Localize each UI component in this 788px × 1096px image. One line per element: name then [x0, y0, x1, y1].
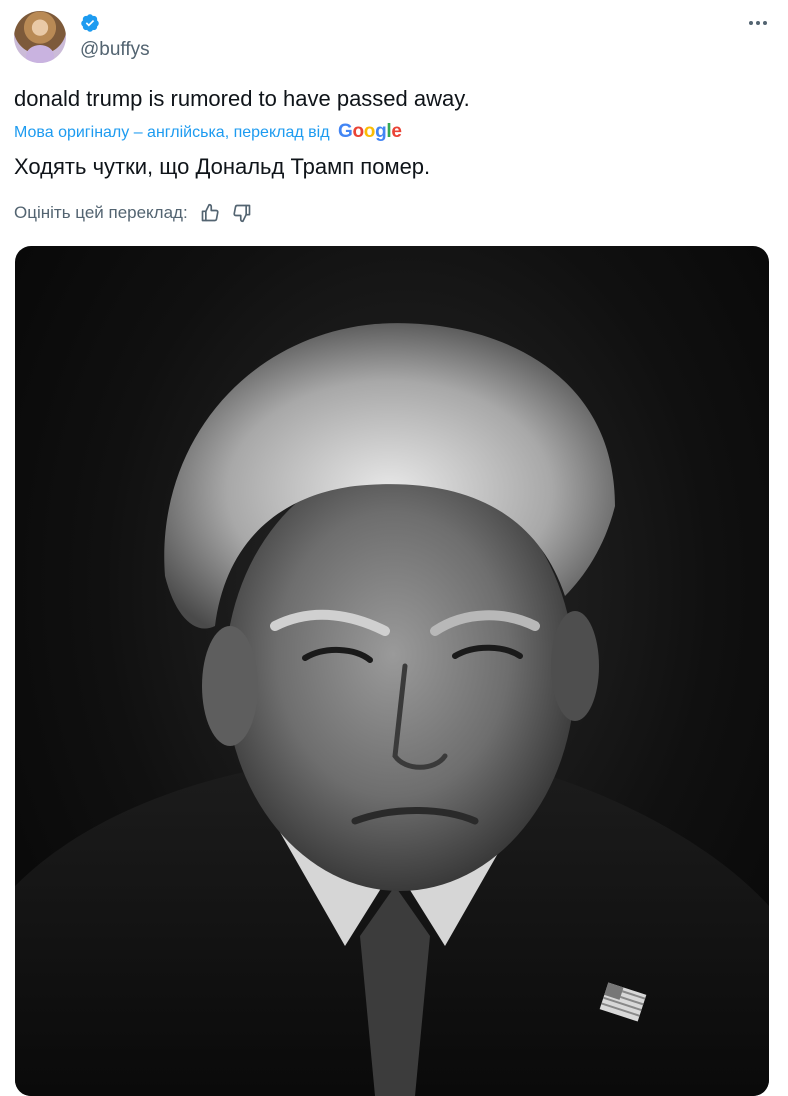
- translation-note[interactable]: Мова оригіналу – англійська, переклад ві…: [14, 121, 402, 143]
- tweet-text: donald trump is rumored to have passed a…: [14, 86, 470, 111]
- translated-text: Ходять чутки, що Дональд Трамп помер.: [14, 154, 431, 179]
- user-handle[interactable]: @buffys: [80, 39, 150, 61]
- portrait-photo: [15, 323, 769, 1096]
- translation-note-label: Мова оригіналу – англійська, переклад ві…: [14, 124, 330, 141]
- rate-translation: Оцініть цей переклад:: [14, 203, 252, 223]
- thumbs-down-icon[interactable]: [232, 203, 252, 223]
- rate-translation-label: Оцініть цей переклад:: [14, 203, 188, 222]
- google-logo: Google: [337, 121, 402, 142]
- avatar[interactable]: [14, 11, 66, 63]
- verified-badge-icon: [81, 14, 99, 32]
- more-options-icon[interactable]: [746, 13, 770, 33]
- tweet-media-image[interactable]: [15, 246, 769, 1096]
- tweet-header: @buffys: [14, 11, 774, 67]
- thumbs-up-icon[interactable]: [200, 203, 220, 223]
